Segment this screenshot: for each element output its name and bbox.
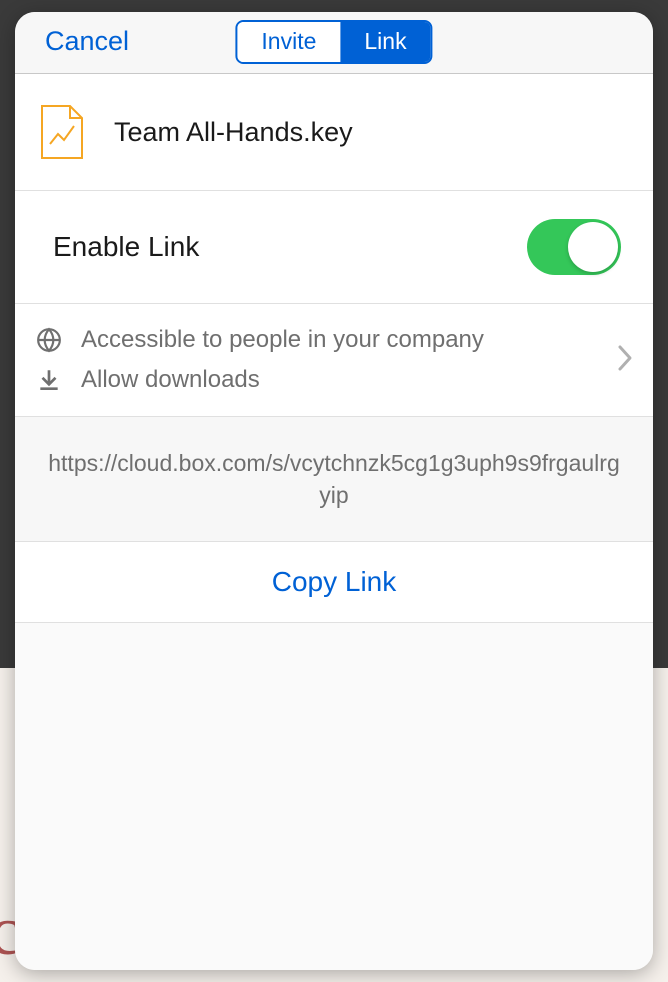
share-mode-tabs: Invite Link: [235, 20, 432, 64]
tab-link[interactable]: Link: [340, 22, 430, 62]
link-permissions-row[interactable]: Accessible to people in your company All…: [15, 304, 653, 417]
chevron-right-icon: [617, 344, 633, 377]
enable-link-label: Enable Link: [53, 231, 199, 263]
modal-spacer: [15, 623, 653, 970]
download-icon: [35, 366, 63, 394]
enable-link-row: Enable Link: [15, 191, 653, 304]
download-permission-row: Allow downloads: [35, 366, 484, 394]
file-name-label: Team All-Hands.key: [114, 117, 353, 148]
share-url-row: https://cloud.box.com/s/vcytchnzk5cg1g3u…: [15, 417, 653, 542]
enable-link-toggle[interactable]: [527, 219, 621, 275]
download-permission-text: Allow downloads: [81, 366, 260, 394]
copy-link-button[interactable]: Copy Link: [272, 566, 397, 598]
file-info-row: Team All-Hands.key: [15, 74, 653, 191]
modal-header: Cancel Invite Link: [15, 12, 653, 74]
globe-icon: [35, 326, 63, 354]
keynote-file-icon: [40, 104, 84, 160]
permissions-list: Accessible to people in your company All…: [35, 326, 484, 394]
share-modal: Cancel Invite Link Team All-Hands.key En…: [15, 12, 653, 970]
access-permission-row: Accessible to people in your company: [35, 326, 484, 354]
cancel-button[interactable]: Cancel: [45, 26, 129, 57]
access-permission-text: Accessible to people in your company: [81, 326, 484, 354]
tab-invite[interactable]: Invite: [237, 22, 340, 62]
toggle-knob: [568, 222, 618, 272]
share-url-text: https://cloud.box.com/s/vcytchnzk5cg1g3u…: [45, 447, 623, 511]
copy-link-row: Copy Link: [15, 542, 653, 623]
